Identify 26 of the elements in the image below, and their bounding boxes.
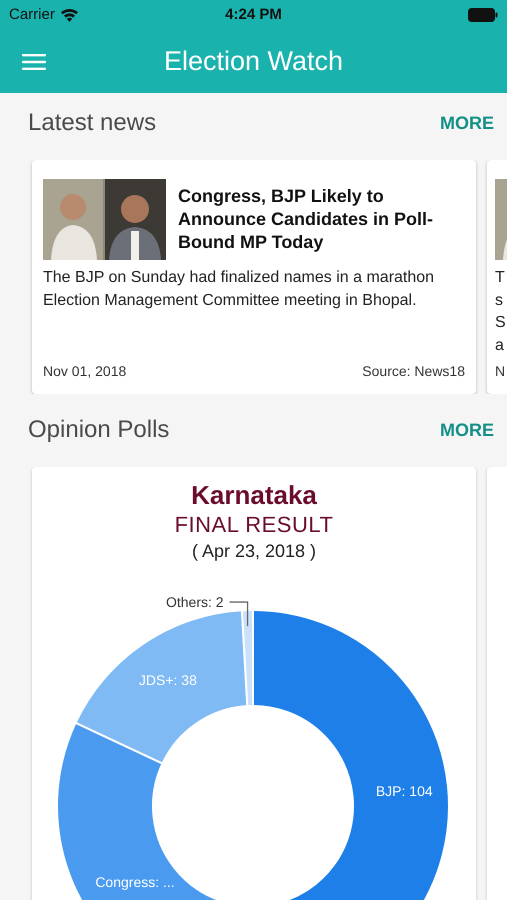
news-date: Nov 01, 2018 bbox=[43, 362, 126, 381]
news-source: Source: News18 bbox=[362, 362, 465, 381]
battery-icon bbox=[468, 8, 498, 22]
news-summary: The BJP on Sunday had finalized names in a marathon Election Management Committee meeting in Bhopal. bbox=[43, 268, 436, 310]
slice-label: JDS+: 38 bbox=[138, 672, 197, 688]
wifi-icon bbox=[60, 8, 78, 22]
slice-label: BJP: 104 bbox=[376, 782, 433, 799]
news-card[interactable]: Congress, BJP Likely to Announce Candidates in Poll-Bound MP Today The BJP on Sunday had finalized names in a marathon Election Management Committee meeting in Bhopal. Nov 01, 2018 Source: News18 bbox=[32, 160, 476, 394]
clock-time: 4:24 PM bbox=[225, 4, 282, 25]
slice-label: Others: 2 bbox=[166, 594, 224, 610]
section-heading: Opinion Polls bbox=[28, 415, 170, 445]
poll-subtitle: FINAL RESULT bbox=[174, 511, 334, 539]
slice-label: Congress: ... bbox=[95, 874, 175, 890]
leader-line bbox=[230, 601, 248, 626]
news-title: Congress, BJP Likely to Announce Candidates in Poll-Bound MP Today bbox=[178, 185, 434, 254]
section-heading: Latest news bbox=[28, 108, 156, 138]
news-date: N bbox=[495, 362, 506, 381]
poll-title: Karnataka bbox=[191, 479, 317, 511]
app-title: Election Watch bbox=[164, 45, 344, 78]
more-link[interactable]: MORE bbox=[440, 416, 494, 444]
poll-card[interactable]: Karnataka FINAL RESULT ( Apr 23, 2018 ) Others: 2 JDS+: 38 BJP: 104 Congress: ... bbox=[32, 467, 476, 900]
news-card[interactable]: T s S a N bbox=[487, 160, 507, 394]
carrier-label: Carrier bbox=[9, 4, 55, 25]
more-link[interactable]: MORE bbox=[440, 110, 494, 136]
poll-date: ( Apr 23, 2018 ) bbox=[192, 540, 316, 563]
news-summary: T s S a bbox=[495, 268, 507, 356]
